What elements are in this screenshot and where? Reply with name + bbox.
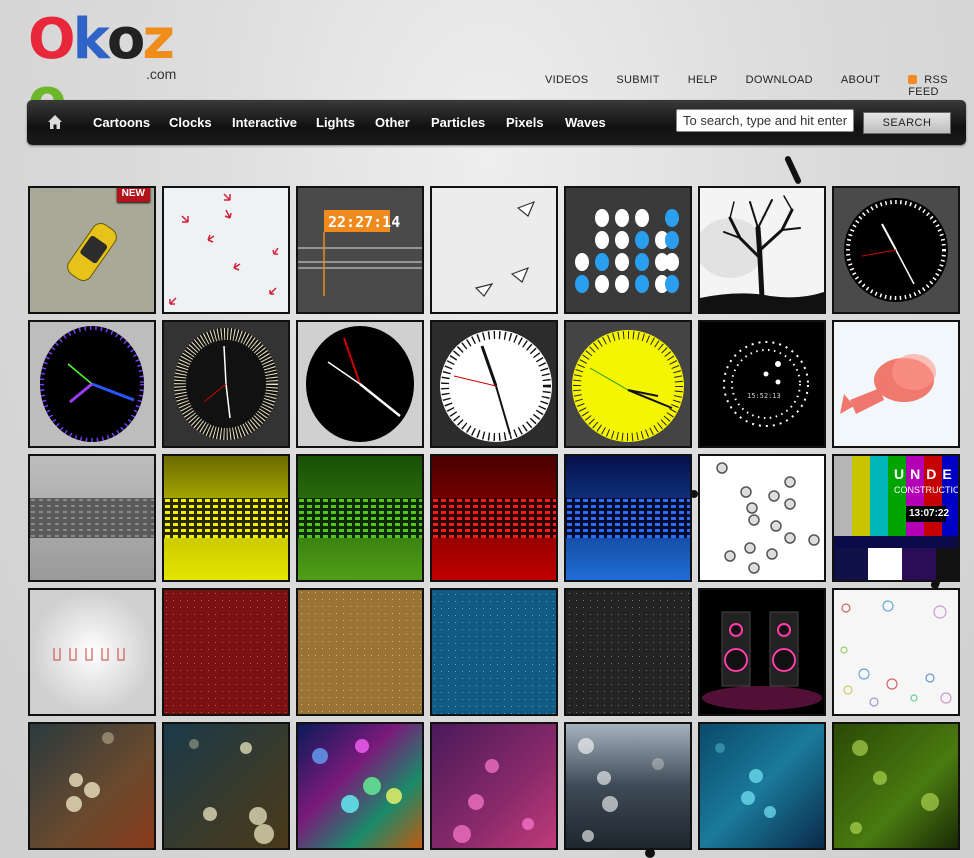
link-rss-feed[interactable]: RSS FEED [908,74,974,98]
nav-particles[interactable]: Particles [431,115,485,130]
tile-oval-clock[interactable] [296,320,424,448]
bokeh-pink-thumbnail [432,724,556,848]
tile-noise-dark[interactable] [564,588,692,716]
tile-circles[interactable] [698,454,826,582]
link-submit[interactable]: SUBMIT [616,74,659,98]
tile-pixels-green[interactable] [296,454,424,582]
pixels-gray-thumbnail [30,456,154,580]
black-clock-thumbnail [834,188,958,312]
digital-clock-time: 22:27:14 [328,213,401,231]
nav-interactive[interactable]: Interactive [232,115,297,130]
tile-digital-clock[interactable]: 22:27:14 [296,186,424,314]
arrows-thumbnail [164,188,288,312]
under-time: 13:07:22 [909,508,950,519]
tile-pixels-yellow[interactable] [162,454,290,582]
tile-black-clock[interactable] [832,186,960,314]
tile-noise-blue[interactable] [430,588,558,716]
tile-pixels-blue[interactable] [564,454,692,582]
tile-noise-red[interactable] [162,588,290,716]
digital-clock-thumbnail [298,188,422,312]
noise-blue-thumbnail [432,590,556,714]
tile-bokeh-cyan[interactable] [698,722,826,850]
link-download[interactable]: DOWNLOAD [746,74,813,98]
bokeh-teal-thumbnail [164,724,288,848]
tile-bokeh-green[interactable] [832,722,960,850]
nav-clocks[interactable]: Clocks [169,115,212,130]
nav-lights[interactable]: Lights [316,115,355,130]
search-input[interactable] [676,109,854,132]
tile-pixels-gray[interactable] [28,454,156,582]
tile-fish[interactable] [832,320,960,448]
tile-white-clock[interactable] [430,320,558,448]
rss-icon [908,75,918,84]
yellow-clock-thumbnail [566,322,690,446]
tile-under-construction[interactable]: UNDER CONSTRUCTION 13:07:22 [832,454,960,582]
tile-yellow-clock[interactable] [564,320,692,448]
fish-thumbnail [834,322,958,446]
link-about[interactable]: ABOUT [841,74,880,98]
white-clock-thumbnail [432,322,556,446]
tile-dial-clock[interactable] [162,320,290,448]
noise-dark-thumbnail [566,590,690,714]
pixels-yellow-thumbnail [164,456,288,580]
pixels-green-thumbnail [298,456,422,580]
nav-other[interactable]: Other [375,115,410,130]
oval-clock-thumbnail [298,322,422,446]
tile-arrows[interactable] [162,186,290,314]
logo-domain: .com [146,66,177,82]
dot-grid-thumbnail [566,188,690,312]
tile-bokeh-teal[interactable] [162,722,290,850]
purple-clock-thumbnail [30,322,154,446]
bokeh-gray-thumbnail [566,724,690,848]
speakers-thumbnail [700,590,824,714]
category-nav-bar: Cartoons Clocks Interactive Lights Other… [27,100,966,145]
pixels-red-thumbnail [432,456,556,580]
background-decoration [783,155,803,185]
bokeh-green-thumbnail [834,724,958,848]
nav-pixels[interactable]: Pixels [506,115,544,130]
nav-waves[interactable]: Waves [565,115,606,130]
tile-pixels-red[interactable] [430,454,558,582]
tile-dot-clock[interactable]: 15:52:13 [698,320,826,448]
under-title: UNDER [894,466,958,482]
tile-speakers[interactable] [698,588,826,716]
bokeh-cyan-thumbnail [700,724,824,848]
site-logo[interactable]: Okozo .com [28,10,198,130]
top-links: VIDEOS SUBMIT HELP DOWNLOAD ABOUT RSS FE… [545,74,974,98]
tile-noise-gold[interactable] [296,588,424,716]
tile-bokeh-brown[interactable] [28,722,156,850]
under-subtitle: CONSTRUCTION [894,485,960,495]
cursors-thumbnail [432,188,556,312]
circles-thumbnail [700,456,824,580]
tree-thumbnail [700,188,824,312]
tile-dot-grid[interactable] [564,186,692,314]
noise-red-thumbnail [164,590,288,714]
tile-bokeh-gray[interactable] [564,722,692,850]
tile-purple-clock[interactable] [28,320,156,448]
home-icon[interactable] [47,114,63,130]
tile-bokeh-rainbow[interactable] [296,722,424,850]
noise-gold-thumbnail [298,590,422,714]
bokeh-rainbow-thumbnail [298,724,422,848]
new-badge: NEW [116,188,150,202]
search-button[interactable]: SEARCH [863,112,951,134]
dot-clock-time: 15:52:13 [747,392,781,400]
tile-car[interactable]: NEW [28,186,156,314]
dot-clock-thumbnail [700,322,824,446]
nav-cartoons[interactable]: Cartoons [93,115,150,130]
tile-bubbles[interactable] [832,588,960,716]
tile-hands[interactable] [28,588,156,716]
car-thumbnail [30,188,154,312]
hands-thumbnail [30,590,154,714]
dial-clock-thumbnail [164,322,288,446]
tile-cursors[interactable] [430,186,558,314]
pixels-blue-thumbnail [566,456,690,580]
bubbles-thumbnail [834,590,958,714]
tile-bokeh-pink[interactable] [430,722,558,850]
link-videos[interactable]: VIDEOS [545,74,588,98]
link-help[interactable]: HELP [688,74,718,98]
bokeh-brown-thumbnail [30,724,154,848]
tile-tree[interactable] [698,186,826,314]
